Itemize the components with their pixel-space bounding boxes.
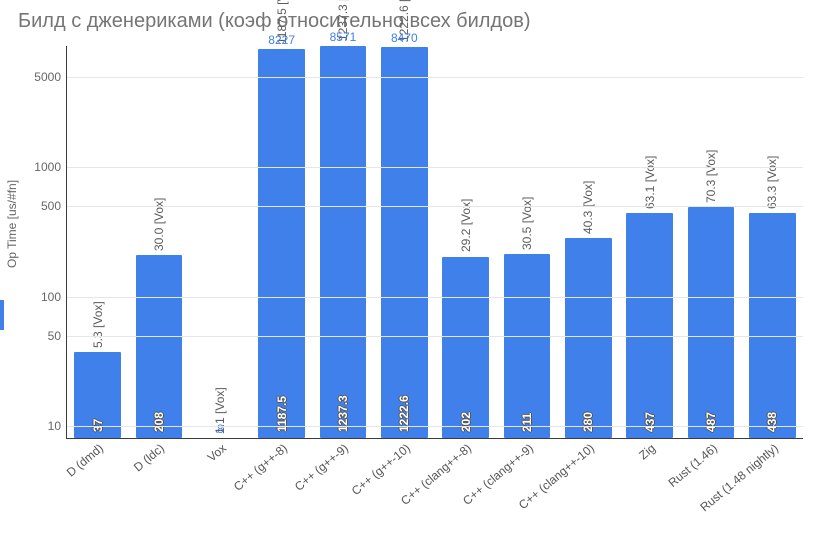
chart-container: Билд с дженериками (коэф относительно вс… bbox=[0, 0, 821, 535]
x-tick-label: D (dmd) bbox=[63, 441, 105, 480]
bar-secondary-label: 70.3 [Vox] bbox=[704, 149, 718, 202]
bar-slot: 30.5 [Vox] 211 bbox=[496, 46, 557, 438]
bar: 208 bbox=[136, 255, 183, 438]
bar-slot: 1237.3 [Vox]85711237.3 bbox=[312, 46, 373, 438]
bar: 280 bbox=[565, 238, 612, 438]
y-tick-label: 10 bbox=[48, 419, 61, 433]
bar-inner-label: 37 bbox=[91, 419, 105, 432]
grid-line bbox=[67, 167, 803, 168]
bar-secondary-label: 63.3 [Vox] bbox=[765, 155, 779, 208]
bar-top-label: 8227 bbox=[268, 33, 295, 47]
grid-line bbox=[67, 426, 803, 427]
x-tick-label: C++ (g++-10) bbox=[349, 441, 413, 498]
bar-inner-label: 211 bbox=[520, 413, 534, 432]
bar-slot: 1222.6 [Vox]84701222.6 bbox=[374, 46, 435, 438]
grid-line bbox=[67, 297, 803, 298]
bar: 85711237.3 bbox=[320, 46, 367, 438]
bar-top-label: 8 bbox=[217, 422, 224, 436]
grid-line bbox=[67, 336, 803, 337]
bar-secondary-label: 30.5 [Vox] bbox=[520, 196, 534, 249]
bar: 84701222.6 bbox=[381, 47, 428, 438]
decorative-side-stub bbox=[0, 300, 4, 330]
x-tick-label: D (ldc) bbox=[131, 441, 167, 474]
y-tick-label: 50 bbox=[48, 329, 61, 343]
bar-inner-label: 437 bbox=[643, 412, 657, 432]
bar: 438 bbox=[749, 213, 796, 438]
x-axis-labels: D (dmd) D (ldc) VoxC++ (g++-8)C++ (g++-9)C… bbox=[66, 439, 803, 531]
y-tick-label: 100 bbox=[41, 290, 61, 304]
bar: 202 bbox=[442, 257, 489, 438]
y-axis-label: Op Time [us/#fn] bbox=[5, 179, 19, 267]
grid-line bbox=[67, 77, 803, 78]
x-tick-label: Zig bbox=[637, 441, 659, 462]
bar: 37 bbox=[74, 352, 121, 438]
y-tick-label: 5000 bbox=[34, 70, 61, 84]
bar-inner-label: 208 bbox=[152, 412, 166, 432]
bar-slot: 63.1 [Vox] 437 bbox=[619, 46, 680, 438]
bar-slot: 1.1 [Vox]8 bbox=[190, 46, 251, 438]
bar-slot: 63.3 [Vox] 438 bbox=[742, 46, 803, 438]
plot-area: 5.3 [Vox] 37 30.0 [Vox]2081.1 [Vox]81187.5… bbox=[66, 46, 803, 439]
bar-slot: 29.2 [Vox]202 bbox=[435, 46, 496, 438]
x-tick-label: Vox bbox=[204, 441, 228, 465]
chart-title: Билд с дженериками (коэф относительно вс… bbox=[18, 10, 809, 33]
bar: 437 bbox=[626, 213, 673, 438]
bar: 211 bbox=[504, 254, 551, 438]
bar-slot: 40.3 [Vox]280 bbox=[558, 46, 619, 438]
bar-slot: 1187.5 [Vox]82271187.5 bbox=[251, 46, 312, 438]
bars-layer: 5.3 [Vox] 37 30.0 [Vox]2081.1 [Vox]81187.5… bbox=[67, 46, 803, 438]
bar-inner-label: 202 bbox=[459, 412, 473, 432]
bar: 82271187.5 bbox=[258, 49, 305, 439]
bar-slot: 30.0 [Vox]208 bbox=[128, 46, 189, 438]
grid-line bbox=[67, 206, 803, 207]
bar-secondary-label: 63.1 [Vox] bbox=[643, 155, 657, 208]
y-tick-label: 500 bbox=[41, 199, 61, 213]
x-tick-label: C++ (g++-9) bbox=[292, 441, 351, 494]
bar-slot: 70.3 [Vox] 487 bbox=[680, 46, 741, 438]
bar-inner-label: 487 bbox=[704, 412, 718, 432]
x-tick-label: Rust (1.46) bbox=[665, 441, 719, 490]
bar-secondary-label: 5.3 [Vox] bbox=[91, 301, 105, 348]
bar-slot: 5.3 [Vox] 37 bbox=[67, 46, 128, 438]
bar: 487 bbox=[688, 207, 735, 438]
bar-inner-label: 280 bbox=[581, 412, 595, 432]
bar-inner-label: 438 bbox=[765, 412, 779, 432]
bar-top-label: 8470 bbox=[391, 31, 418, 45]
y-tick-label: 1000 bbox=[34, 160, 61, 174]
x-tick-label: C++ (g++-8) bbox=[231, 441, 290, 494]
bar-top-label: 8571 bbox=[330, 30, 357, 44]
